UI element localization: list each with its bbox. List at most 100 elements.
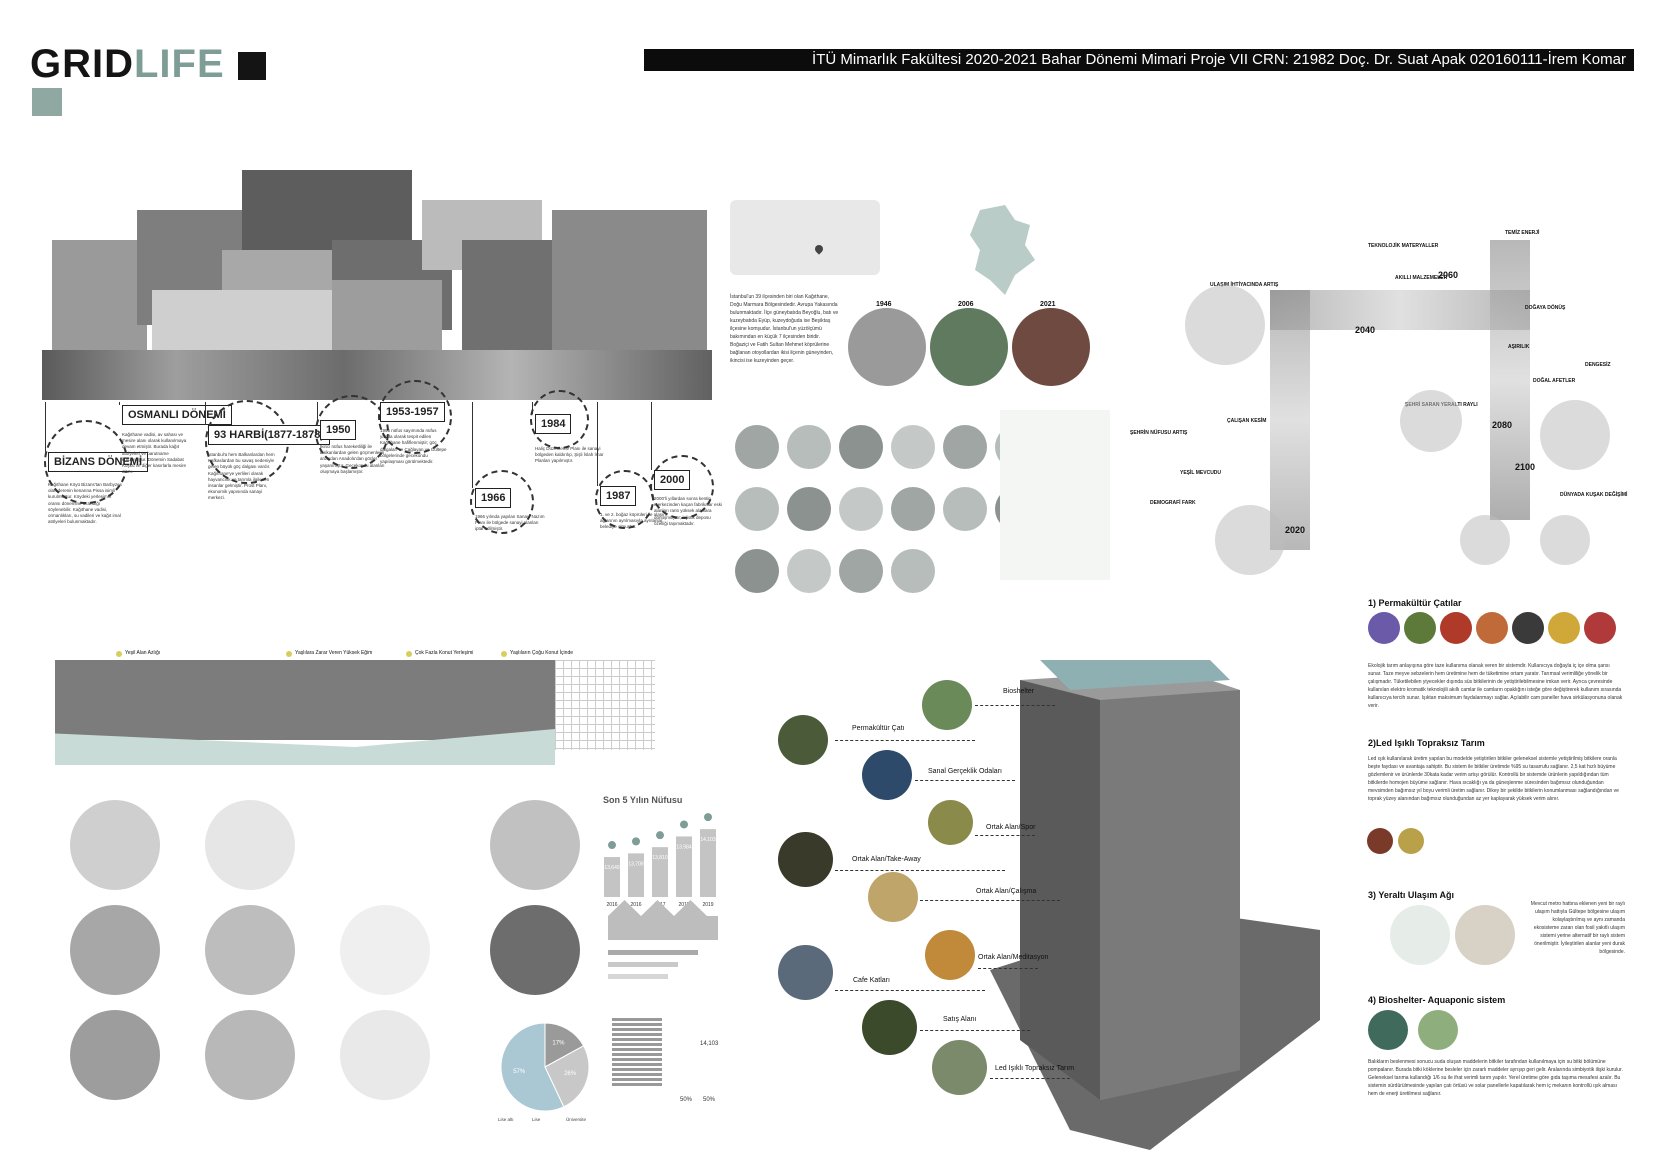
population-bar-chart: 13,649201613,709201613,810201713,9842018… (604, 813, 716, 908)
population-value-label: 13,984 (676, 844, 692, 850)
map-year-label: 2021 (1040, 301, 1056, 308)
era-description: Kağıthane vadisi, av sahası ve mesire al… (122, 432, 187, 475)
street-photo-circle (787, 549, 831, 593)
kagithane-district-shape (970, 205, 1035, 295)
future-timeline-band-right (1490, 240, 1530, 520)
diagram-label: DÜNYADA KUŞAK DEĞİŞİMİ (1560, 492, 1628, 498)
stat-bar (608, 962, 678, 967)
street-photo-circle (735, 487, 779, 531)
street-issue-label: Çok Fazla Konut Yerleşimi (415, 650, 474, 656)
diagram-label: TEMİZ ENERJİ (1505, 230, 1540, 236)
diagram-label: ŞEHRİN NÜFUSU ARTIŞ (1130, 430, 1188, 436)
program-image-circle (925, 930, 975, 980)
diagram-label: DENGESİZ (1585, 362, 1611, 368)
street-section-photos (55, 660, 555, 740)
program-image-circle (868, 872, 918, 922)
street-photo-circle (787, 425, 831, 469)
population-year-label: 2016 (630, 902, 641, 908)
era-description: 2000'li yıllardan sonra kentin merkezind… (654, 496, 723, 526)
istanbul-map (730, 200, 880, 275)
logo-sage-square (32, 88, 62, 116)
produce-image (1548, 612, 1580, 644)
timeline-tick (317, 402, 318, 420)
population-value-label: 13,709 (628, 861, 644, 867)
diagram-label: DOĞAL AFETLER (1533, 378, 1576, 384)
person-icon (608, 841, 616, 850)
street-photo-circle (943, 425, 987, 469)
building-axonometric (990, 660, 1320, 1150)
era-label: 93 HARBİ(1877-1878) (208, 425, 331, 445)
leader-line (920, 1030, 1030, 1031)
marker-dot (286, 651, 292, 657)
population-title: Son 5 Yılın Nüfusu (603, 795, 683, 805)
program-label: Ortak Alan/Spor (986, 824, 1036, 831)
street-photo-circle (839, 425, 883, 469)
diagram-year: 2060 (1438, 270, 1459, 280)
diagram-label: ÇALIŞAN KESİM (1227, 418, 1267, 424)
timeline-tick (205, 402, 206, 425)
analysis-map-circle (490, 800, 580, 890)
permaculture-title: 1) Permakültür Çatılar (1368, 598, 1462, 608)
analysis-map-circle (70, 905, 160, 995)
photo (52, 240, 147, 350)
analysis-map-circle (340, 1010, 430, 1100)
analysis-map-circle (490, 905, 580, 995)
produce-image (1440, 612, 1472, 644)
led-image (1398, 828, 1424, 854)
leader-line (975, 835, 1035, 836)
leader-line (835, 870, 1005, 871)
era-description: İstanbul'a hem Balkanlardan hem Kafkasla… (208, 452, 275, 501)
street-photo-circle (839, 549, 883, 593)
diagram-label: AŞIRILIK (1508, 344, 1530, 350)
district-road-map (1000, 410, 1110, 580)
population-year-label: 2016 (606, 902, 617, 908)
pct-right: 50% (703, 1097, 716, 1103)
photo (552, 210, 707, 355)
person-icon (632, 837, 640, 846)
diagram-label: DEMOGRAFİ FARK (1150, 500, 1196, 506)
led-farming-title: 2)Led Işıklı Topraksız Tarım (1368, 738, 1485, 748)
program-label: Cafe Katları (853, 977, 890, 984)
map-year-label: 2006 (958, 301, 974, 308)
era-label: 1966 (475, 488, 512, 508)
transit-map-circle (1455, 905, 1515, 965)
program-label: Ortak Alan/Take-Away (852, 856, 921, 863)
street-photo-circle (839, 487, 883, 531)
street-photo-circle (891, 549, 935, 593)
analysis-map-circle (70, 800, 160, 890)
era-description: Haliç Düzenleme Planı ile sanayi bölgede… (535, 446, 604, 464)
bioshelter-text: Balıkların beslenmesi sonucu suda oluşan… (1368, 1059, 1623, 1097)
street-photo-circle (891, 487, 935, 531)
leader-line (978, 968, 1038, 969)
produce-image (1584, 612, 1616, 644)
grid-pattern (555, 660, 655, 750)
leader-line (835, 990, 985, 991)
population-bar (604, 857, 620, 897)
diagram-label: DOĞAYA DÖNÜŞ (1525, 305, 1566, 311)
street-photo-circle (787, 487, 831, 531)
street-issue-label: Yaşlılara Zarar Veren Yüksek Eğim (295, 650, 373, 656)
program-label: Bioshelter (1003, 688, 1035, 695)
education-pie-chart: 17% Lise altı 26% Lise 57% Üniversite (498, 1022, 590, 1122)
logo-part-life: LIFE (134, 42, 225, 86)
analysis-map-circle (205, 905, 295, 995)
program-image-circle (778, 715, 828, 765)
marker-dot (406, 651, 412, 657)
timeline-panorama-strip (42, 350, 712, 400)
street-issue-label: Yeşil Alan Azlığı (125, 650, 161, 656)
street-photo-circle (735, 425, 779, 469)
diagram-icon-circle (1460, 515, 1510, 565)
logo: GRIDLIFE (30, 42, 225, 86)
age-pyramid (612, 1018, 662, 1088)
program-label: Ortak Alan/Meditasyon (978, 954, 1049, 961)
aerial-map-circle (930, 308, 1008, 386)
leader-line (915, 780, 1015, 781)
era-label: 1987 (600, 486, 637, 506)
timeline-tick (532, 402, 533, 414)
aerial-map-circle (848, 308, 926, 386)
photo (332, 280, 442, 355)
program-image-circle (932, 1040, 987, 1095)
aerial-map-circle (1012, 308, 1090, 386)
aquaponic-image (1368, 1010, 1408, 1050)
leader-line (975, 705, 1055, 706)
